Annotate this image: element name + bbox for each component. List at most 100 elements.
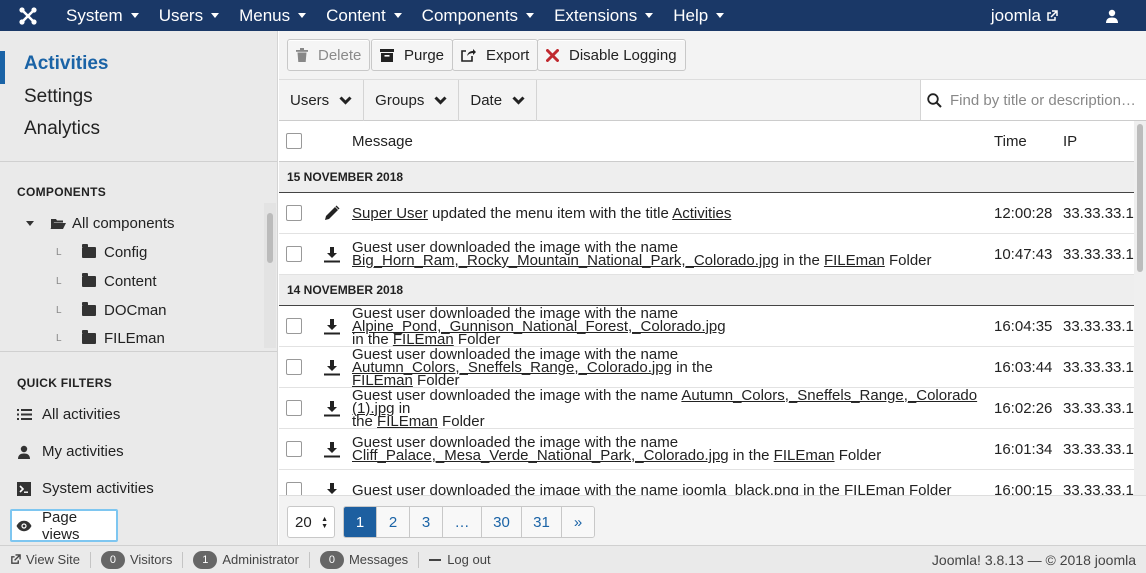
- close-icon: [546, 48, 559, 62]
- row-checkbox[interactable]: [286, 246, 302, 262]
- row-ip: 33.33.33.1: [1063, 481, 1134, 496]
- folder-link[interactable]: FILEman: [774, 447, 835, 464]
- tree-root-label: All components: [72, 215, 175, 232]
- header-message[interactable]: Message: [352, 134, 994, 149]
- menu-users[interactable]: Users: [149, 0, 229, 31]
- menu-system[interactable]: System: [56, 0, 149, 31]
- quick-filter-page-views[interactable]: Page views: [10, 508, 118, 543]
- tree-item-all-components[interactable]: All components: [26, 215, 175, 232]
- export-button[interactable]: Export: [452, 39, 539, 71]
- message-text: Folder: [437, 412, 485, 430]
- tree-item-content[interactable]: L Content: [56, 273, 157, 290]
- visitors-status[interactable]: 0 Visitors: [91, 550, 184, 569]
- menu-help[interactable]: Help: [663, 0, 734, 31]
- logout-link[interactable]: Log out: [419, 552, 500, 568]
- quick-filter-label: My activities: [42, 443, 124, 460]
- folder-link[interactable]: FILEman: [824, 252, 885, 269]
- submenu-settings[interactable]: Settings: [0, 84, 277, 117]
- quick-filter-system[interactable]: System activities: [0, 480, 154, 497]
- submenu: Activities Settings Analytics: [0, 31, 277, 162]
- administrator-status[interactable]: 1 Administrator: [183, 550, 310, 569]
- users-filter[interactable]: Users: [279, 80, 365, 121]
- folder-open-icon: [50, 219, 66, 229]
- submenu-activities[interactable]: Activities: [0, 51, 277, 84]
- site-link[interactable]: joomla: [991, 6, 1086, 26]
- joomla-logo-icon[interactable]: [0, 0, 56, 31]
- table-row: Super User updated the menu item with th…: [279, 193, 1134, 234]
- messages-status[interactable]: 0 Messages: [310, 550, 420, 569]
- row-checkbox[interactable]: [286, 318, 302, 334]
- tree-item-config[interactable]: L Config: [56, 244, 147, 261]
- tree-scroll-thumb[interactable]: [267, 213, 273, 263]
- date-filter[interactable]: Date: [459, 80, 538, 121]
- header-time[interactable]: Time: [994, 133, 1063, 150]
- row-checkbox[interactable]: [286, 205, 302, 221]
- file-link[interactable]: Big_Horn_Ram,_Rocky_Mountain_National_Pa…: [352, 252, 779, 269]
- disable-logging-button[interactable]: Disable Logging: [537, 39, 686, 71]
- actor-link[interactable]: Super User: [352, 205, 428, 222]
- row-checkbox[interactable]: [286, 359, 302, 375]
- row-checkbox[interactable]: [286, 441, 302, 457]
- page-30-button[interactable]: 30: [482, 507, 522, 537]
- folder-icon: [82, 302, 96, 316]
- tree-item-docman[interactable]: L DOCman: [56, 302, 167, 319]
- row-ip: 33.33.33.1: [1063, 245, 1134, 263]
- search-input[interactable]: [950, 91, 1140, 109]
- row-checkbox[interactable]: [286, 400, 302, 416]
- minus-icon: [429, 558, 442, 561]
- message-text: in the: [671, 358, 713, 376]
- tree-item-label: Config: [104, 244, 148, 261]
- list-icon: [16, 407, 32, 423]
- divider: [0, 351, 277, 352]
- message-text: Folder: [834, 447, 882, 464]
- folder-link[interactable]: FILEman: [377, 413, 438, 430]
- header-ip[interactable]: IP: [1063, 133, 1134, 150]
- limit-select[interactable]: 20 ▲ ▼: [287, 506, 335, 538]
- table-scrollbar[interactable]: [1134, 121, 1146, 495]
- version-info: Joomla! 3.8.13 — © 2018 joomla: [931, 551, 1136, 568]
- folder-link[interactable]: FILEman: [844, 482, 905, 496]
- groups-filter[interactable]: Groups: [364, 80, 460, 121]
- messages-count-badge: 0: [319, 550, 344, 569]
- next-page-button[interactable]: »: [562, 507, 594, 537]
- menu-content-label: Content: [326, 5, 386, 25]
- pencil-icon: [324, 205, 339, 220]
- admin-count-badge: 1: [193, 550, 218, 569]
- tree-item-fileman[interactable]: L FILEman: [56, 330, 165, 347]
- activities-table: Message Time IP 15 NOVEMBER 2018 Super U…: [279, 121, 1134, 495]
- caret-down-icon[interactable]: [26, 221, 34, 226]
- menu-menus[interactable]: Menus: [229, 0, 316, 31]
- select-all-checkbox[interactable]: [286, 133, 302, 149]
- menu-item-link[interactable]: Activities: [672, 205, 731, 222]
- purge-button[interactable]: Purge: [371, 39, 454, 71]
- table-row: Guest user downloaded the image with the…: [279, 306, 1134, 347]
- file-link[interactable]: joomla_black.png: [682, 482, 799, 496]
- menu-components[interactable]: Components: [412, 0, 544, 31]
- quick-filter-all[interactable]: All activities: [0, 406, 120, 423]
- page-3-button[interactable]: 3: [410, 507, 443, 537]
- delete-button[interactable]: Delete: [287, 39, 371, 71]
- export-icon: [461, 48, 476, 62]
- row-message: Guest user downloaded the image with the…: [352, 481, 994, 496]
- view-site-label: View Site: [26, 552, 80, 567]
- row-message: Guest user downloaded the image with the…: [352, 347, 994, 388]
- menu-content[interactable]: Content: [316, 0, 412, 31]
- table-scroll-thumb[interactable]: [1137, 124, 1143, 272]
- menu-extensions[interactable]: Extensions: [544, 0, 663, 31]
- page-2-button[interactable]: 2: [377, 507, 410, 537]
- submenu-analytics[interactable]: Analytics: [0, 116, 277, 149]
- caret-down-icon: [645, 13, 654, 18]
- message-text: Guest user downloaded the image with the…: [352, 481, 683, 496]
- row-checkbox[interactable]: [286, 482, 302, 495]
- file-link[interactable]: Cliff_Palace,_Mesa_Verde_National_Park,_…: [352, 447, 729, 464]
- page-1-button[interactable]: 1: [344, 507, 377, 537]
- purge-label: Purge: [404, 46, 445, 64]
- quick-filter-label: Page views: [42, 508, 80, 543]
- view-site-link[interactable]: View Site: [0, 551, 91, 568]
- quick-filter-mine[interactable]: My activities: [0, 443, 124, 460]
- page-31-button[interactable]: 31: [522, 507, 562, 537]
- user-icon: [16, 444, 32, 460]
- user-menu[interactable]: [1086, 9, 1146, 23]
- table-header: Message Time IP: [279, 121, 1134, 162]
- menu-menus-label: Menus: [239, 5, 291, 25]
